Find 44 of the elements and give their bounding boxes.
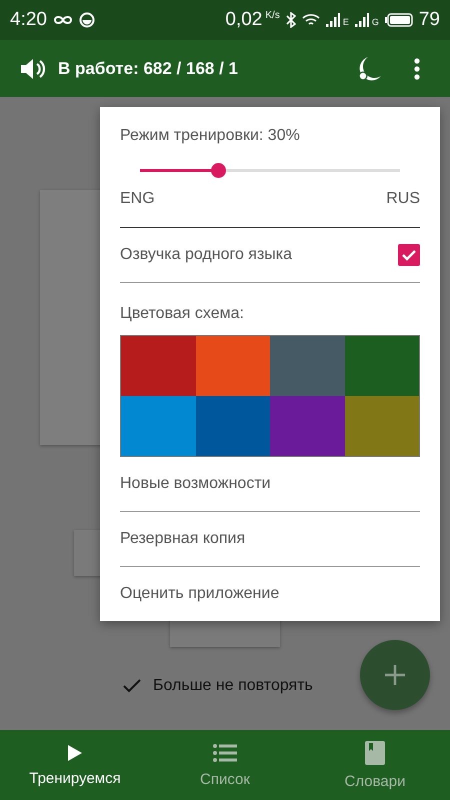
signal-icon: [326, 13, 340, 27]
option-label: Озвучка родного языка: [120, 246, 292, 264]
section-label: Цветовая схема:: [120, 304, 245, 324]
infinity-icon: [52, 15, 73, 25]
color-swatch[interactable]: [121, 396, 196, 456]
battery-icon: [384, 13, 413, 27]
speed-unit: K/s: [265, 10, 280, 21]
clock: 4:20: [10, 9, 47, 31]
play-icon: [67, 744, 83, 762]
book-icon: [365, 740, 385, 764]
color-swatch[interactable]: [121, 336, 196, 396]
plus-icon: [385, 665, 405, 685]
more-icon[interactable]: [414, 58, 420, 80]
color-swatch[interactable]: [270, 396, 344, 456]
checkbox-label: Больше не повторять: [153, 677, 313, 695]
network-speed: 0,02: [225, 9, 262, 31]
circle-icon: [78, 12, 95, 28]
nav-tab[interactable]: Словари: [300, 730, 450, 800]
slider-min-label: ENG: [120, 190, 155, 208]
slider-label: Режим тренировки: 30%: [120, 126, 301, 145]
menu-item[interactable]: Оценить приложение: [120, 567, 420, 621]
slider-track[interactable]: [140, 163, 400, 178]
speaker-icon[interactable]: [20, 56, 46, 80]
nav-tab[interactable]: Список: [150, 730, 300, 800]
color-swatch[interactable]: [344, 336, 419, 396]
network-type: G: [372, 17, 379, 27]
color-swatch[interactable]: [270, 336, 344, 396]
slider-thumb[interactable]: [211, 163, 226, 178]
network-type: E: [342, 17, 349, 27]
color-swatch[interactable]: [196, 396, 270, 456]
slider-max-label: RUS: [386, 190, 420, 208]
color-swatch[interactable]: [344, 396, 419, 456]
app-title: В работе: 682 / 168 / 1: [58, 58, 238, 78]
battery-level: 79: [418, 9, 440, 31]
check-icon[interactable]: [123, 679, 141, 693]
signal-icon: [354, 13, 369, 27]
menu-item[interactable]: Новые возможности: [120, 457, 420, 512]
nav-tab[interactable]: Тренируемся: [0, 730, 150, 800]
checkbox[interactable]: [398, 244, 420, 266]
bluetooth-icon: [286, 12, 296, 28]
color-swatch[interactable]: [196, 336, 270, 396]
list-icon: [213, 742, 237, 762]
menu-item[interactable]: Резервная копия: [120, 512, 420, 567]
wifi-icon: [302, 13, 320, 27]
